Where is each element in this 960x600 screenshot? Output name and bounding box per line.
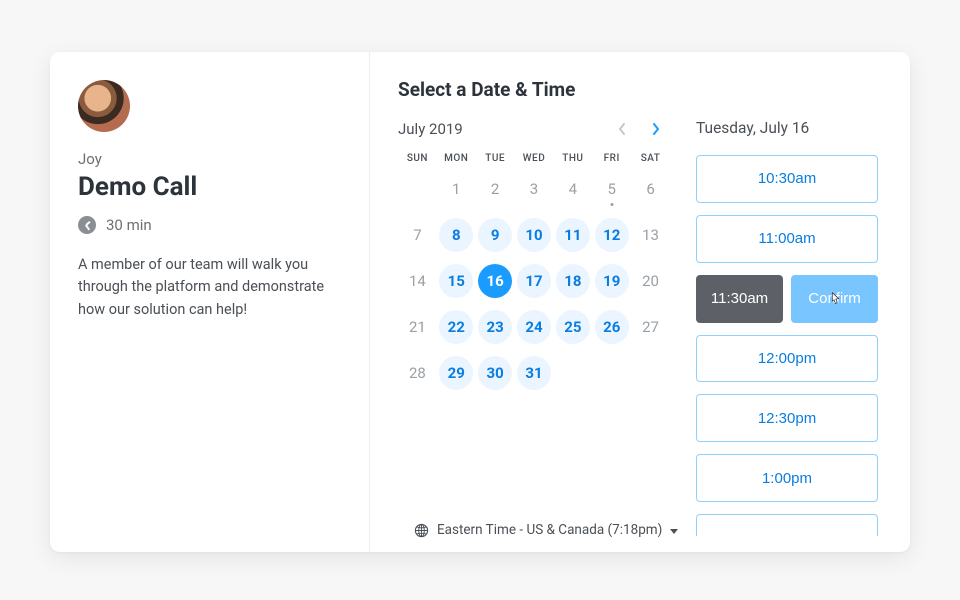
selected-date-label: Tuesday, July 16 (696, 119, 880, 137)
prev-month-button[interactable] (612, 119, 632, 139)
timeslot: 12:30pm (696, 394, 878, 442)
calendar-header: July 2019 (398, 119, 670, 139)
calendar-day: 1 (437, 170, 476, 208)
calendar-day[interactable]: 16 (476, 262, 515, 300)
calendar-day[interactable]: 12 (592, 216, 631, 254)
calendar-day[interactable]: 31 (515, 354, 554, 392)
timeslot-button[interactable]: 10:30am (696, 155, 878, 203)
meeting-description: A member of our team will walk you throu… (78, 254, 341, 321)
timeslot: 1:00pm (696, 454, 878, 502)
dow-label: MON (437, 153, 476, 164)
calendar-day[interactable]: 17 (515, 262, 554, 300)
calendar-day: 2 (476, 170, 515, 208)
duration-row: 30 min (78, 216, 341, 234)
main-row: July 2019 SUNMONTUEWEDTHUFRISAT 12345678… (398, 119, 900, 540)
timeslot-button[interactable]: 12:00pm (696, 335, 878, 383)
next-month-button[interactable] (646, 119, 666, 139)
confirm-button[interactable]: Confirm (791, 275, 878, 323)
datetime-panel: Select a Date & Time July 2019 SUNMONTU (370, 52, 910, 552)
calendar-day[interactable]: 18 (553, 262, 592, 300)
calendar-day: 28 (398, 354, 437, 392)
dow-label: SAT (631, 153, 670, 164)
calendar-day[interactable]: 25 (553, 308, 592, 346)
calendar-day[interactable]: 15 (437, 262, 476, 300)
dow-label: FRI (592, 153, 631, 164)
calendar-day: 4 (553, 170, 592, 208)
clock-icon (78, 216, 96, 234)
timeslot-button[interactable]: 11:30am (696, 275, 783, 323)
calendar-day[interactable]: 23 (476, 308, 515, 346)
today-dot-icon (610, 203, 613, 206)
caret-down-icon (670, 529, 678, 534)
days-grid: 1234567891011121314151617181920212223242… (398, 170, 670, 392)
calendar-day[interactable]: 8 (437, 216, 476, 254)
timeslot: 11:30amConfirm (696, 275, 878, 323)
host-avatar (78, 80, 130, 132)
calendar-day[interactable]: 9 (476, 216, 515, 254)
calendar-day[interactable]: 29 (437, 354, 476, 392)
timeslot-button[interactable]: 12:30pm (696, 394, 878, 442)
month-label: July 2019 (398, 120, 463, 138)
timezone-selector[interactable]: Eastern Time - US & Canada (7:18pm) (412, 512, 678, 538)
calendar-day: 7 (398, 216, 437, 254)
month-nav (612, 119, 666, 139)
calendar-day: 13 (631, 216, 670, 254)
timeslots-list[interactable]: 10:30am 11:00am 11:30amConfirm 12:00pm 12:30… (696, 155, 880, 540)
timeslot-button[interactable]: 1:00pm (696, 454, 878, 502)
scheduling-card: Joy Demo Call 30 min A member of our tea… (50, 52, 910, 552)
calendar-day: 6 (631, 170, 670, 208)
calendar-day: 21 (398, 308, 437, 346)
calendar-day[interactable]: 10 (515, 216, 554, 254)
timeslot-button[interactable]: 11:00am (696, 215, 878, 263)
panel-heading: Select a Date & Time (398, 78, 900, 101)
calendar-day: 20 (631, 262, 670, 300)
cursor-pointer-icon (826, 290, 844, 308)
duration-label: 30 min (106, 216, 152, 234)
calendar-day[interactable]: 22 (437, 308, 476, 346)
meeting-info-panel: Joy Demo Call 30 min A member of our tea… (50, 52, 370, 552)
calendar-day[interactable]: 24 (515, 308, 554, 346)
calendar-day[interactable]: 26 (592, 308, 631, 346)
timeslots-column: Tuesday, July 16 10:30am 11:00am 11:30amCo… (670, 119, 900, 540)
timezone-label: Eastern Time - US & Canada (7:18pm) (437, 522, 662, 538)
timeslot: 12:00pm (696, 335, 878, 383)
calendar-day: 27 (631, 308, 670, 346)
calendar-day: 5 (592, 170, 631, 208)
calendar-day (398, 170, 437, 208)
globe-icon (414, 523, 429, 538)
calendar-day[interactable]: 11 (553, 216, 592, 254)
host-name: Joy (78, 150, 341, 168)
calendar-day[interactable]: 19 (592, 262, 631, 300)
meeting-title: Demo Call (78, 172, 341, 202)
timeslot-partial[interactable] (696, 514, 878, 536)
dow-row: SUNMONTUEWEDTHUFRISAT (398, 153, 670, 164)
dow-label: SUN (398, 153, 437, 164)
dow-label: THU (553, 153, 592, 164)
dow-label: TUE (476, 153, 515, 164)
timeslot: 10:30am (696, 155, 878, 203)
timeslot: 11:00am (696, 215, 878, 263)
calendar-column: July 2019 SUNMONTUEWEDTHUFRISAT 12345678… (398, 119, 670, 540)
dow-label: WED (515, 153, 554, 164)
calendar-day: 3 (515, 170, 554, 208)
calendar-day: 14 (398, 262, 437, 300)
calendar-day[interactable]: 30 (476, 354, 515, 392)
